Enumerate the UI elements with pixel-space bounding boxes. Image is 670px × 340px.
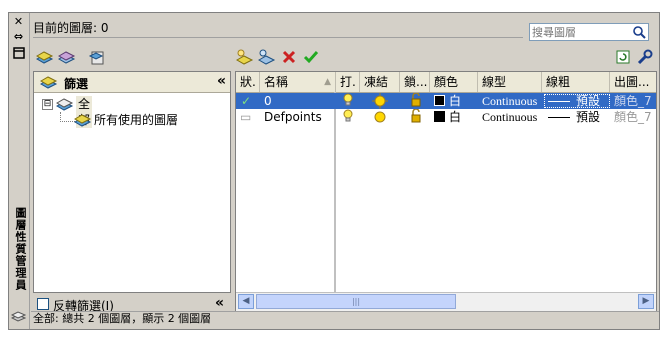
new-property-filter-button[interactable] bbox=[35, 47, 55, 67]
layer-name[interactable]: Defpoints bbox=[264, 109, 322, 125]
palette-title: 圖層性質管理員 bbox=[14, 207, 27, 291]
layer-manager-window: ✕ ⇔ 圖層性質管理員 目前的圖層: 0 搜尋圖層 篩選 « ⊟ 全 所有使用的… bbox=[8, 12, 660, 330]
layer-lineweight[interactable]: 預設 bbox=[548, 93, 600, 109]
scroll-right-button[interactable]: ▶ bbox=[638, 294, 654, 309]
layer-row[interactable]: ▭ Defpoints 白 Continuous 預設 顏色_7 bbox=[236, 109, 656, 125]
horizontal-scrollbar[interactable]: ◀ ||| ▶ bbox=[236, 292, 656, 311]
bulb-on-icon[interactable] bbox=[342, 93, 354, 109]
layer-name[interactable]: 0 bbox=[264, 93, 272, 109]
filter-header-icon bbox=[39, 74, 58, 93]
auto-hide-icon[interactable]: ⇔ bbox=[12, 31, 25, 43]
lineweight-sample bbox=[548, 101, 570, 102]
layer-plotstyle: 顏色_7 bbox=[614, 110, 652, 124]
tree-node-label: 所有使用的圖層 bbox=[94, 113, 179, 127]
column-header-on[interactable]: 打. bbox=[336, 72, 360, 92]
column-header-name[interactable]: 名稱 ▲ bbox=[260, 72, 336, 92]
search-input[interactable] bbox=[532, 24, 628, 40]
filter-header-label: 篩選 bbox=[64, 77, 89, 91]
set-current-icon[interactable] bbox=[301, 47, 321, 67]
bulb-on-icon[interactable] bbox=[342, 109, 354, 125]
search-icon[interactable] bbox=[632, 25, 646, 39]
new-layer-icon[interactable] bbox=[235, 47, 255, 67]
lineweight-value: 預設 bbox=[576, 110, 601, 124]
layers-used-icon bbox=[73, 112, 92, 132]
layer-color[interactable]: 白 bbox=[434, 109, 461, 125]
palette-title-strip[interactable]: ✕ ⇔ 圖層性質管理員 bbox=[9, 13, 30, 329]
layer-color[interactable]: 白 bbox=[434, 93, 461, 109]
lineweight-sample bbox=[548, 117, 570, 118]
column-header-lock[interactable]: 鎖... bbox=[400, 72, 430, 92]
layer-lineweight[interactable]: 預設 bbox=[548, 109, 600, 125]
sun-thawed-icon[interactable] bbox=[372, 93, 388, 109]
sun-thawed-icon[interactable] bbox=[372, 109, 388, 125]
current-layer-check-icon: ✓ bbox=[241, 94, 252, 108]
new-group-filter-button[interactable] bbox=[57, 47, 77, 67]
properties-icon[interactable] bbox=[12, 47, 25, 59]
layer-states-manager-button[interactable] bbox=[87, 47, 107, 67]
tree-node-used-layers[interactable]: 所有使用的圖層 bbox=[60, 112, 220, 128]
filter-tree-panel: 篩選 « ⊟ 全部 所有使用的圖層 bbox=[33, 71, 231, 293]
column-header-status[interactable]: 狀. bbox=[236, 72, 260, 92]
status-bar: 全部: 總共 2 個圖層，顯示 2 個圖層 bbox=[31, 311, 659, 326]
scroll-thumb[interactable]: ||| bbox=[256, 294, 456, 309]
layer-linetype[interactable]: Continuous bbox=[482, 93, 537, 109]
column-header-color[interactable]: 顏色 bbox=[430, 72, 478, 92]
manager-body: 目前的圖層: 0 搜尋圖層 篩選 « ⊟ 全 所有使用的圖層 反轉篩選(I) «… bbox=[31, 15, 659, 327]
filter-header: 篩選 « bbox=[34, 72, 230, 93]
new-layer-frozen-icon[interactable] bbox=[257, 47, 277, 67]
column-header-plotstyle[interactable]: 出圖... bbox=[610, 72, 656, 92]
collapse-filter-bottom-button[interactable]: « bbox=[215, 295, 224, 311]
delete-layer-icon[interactable] bbox=[279, 47, 299, 67]
lock-unlocked-icon[interactable] bbox=[410, 109, 422, 125]
column-header-freeze[interactable]: 凍結 bbox=[360, 72, 400, 92]
search-box[interactable] bbox=[529, 23, 649, 41]
collapse-filter-button[interactable]: « bbox=[217, 73, 226, 89]
color-swatch bbox=[434, 111, 445, 122]
lineweight-value: 預設 bbox=[576, 94, 601, 108]
column-header-lineweight[interactable]: 線粗 bbox=[542, 72, 610, 92]
sort-ascending-icon: ▲ bbox=[324, 77, 331, 87]
layer-plotstyle: 顏色_7 bbox=[614, 94, 652, 108]
lock-unlocked-icon[interactable] bbox=[410, 93, 422, 109]
color-swatch bbox=[434, 95, 445, 106]
layer-list: 狀. 名稱 ▲ 打. 凍結 鎖... 顏色 線型 線粗 出圖... ✓ 0 白 … bbox=[235, 71, 657, 311]
divider bbox=[33, 37, 523, 38]
column-header-name-label: 名稱 bbox=[264, 75, 289, 89]
layer-linetype[interactable]: Continuous bbox=[482, 109, 537, 125]
layer-status-icon: ▭ bbox=[240, 110, 252, 124]
layer-row[interactable]: ✓ 0 白 Continuous 預設 顏色_7 bbox=[236, 93, 656, 109]
layer-stack-icon bbox=[10, 309, 27, 323]
tree-expander[interactable]: ⊟ bbox=[42, 99, 53, 110]
current-layer-label: 目前的圖層: 0 bbox=[33, 21, 109, 35]
tree-connector bbox=[60, 112, 75, 122]
layer-list-header: 狀. 名稱 ▲ 打. 凍結 鎖... 顏色 線型 線粗 出圖... bbox=[236, 72, 656, 93]
color-name: 白 bbox=[449, 94, 462, 108]
settings-wrench-icon[interactable] bbox=[635, 47, 655, 67]
refresh-icon[interactable] bbox=[613, 47, 633, 67]
invert-filter-checkbox[interactable] bbox=[37, 298, 49, 310]
scroll-left-button[interactable]: ◀ bbox=[238, 294, 254, 309]
column-header-linetype[interactable]: 線型 bbox=[478, 72, 542, 92]
color-name: 白 bbox=[449, 110, 462, 124]
close-icon[interactable]: ✕ bbox=[12, 16, 25, 28]
